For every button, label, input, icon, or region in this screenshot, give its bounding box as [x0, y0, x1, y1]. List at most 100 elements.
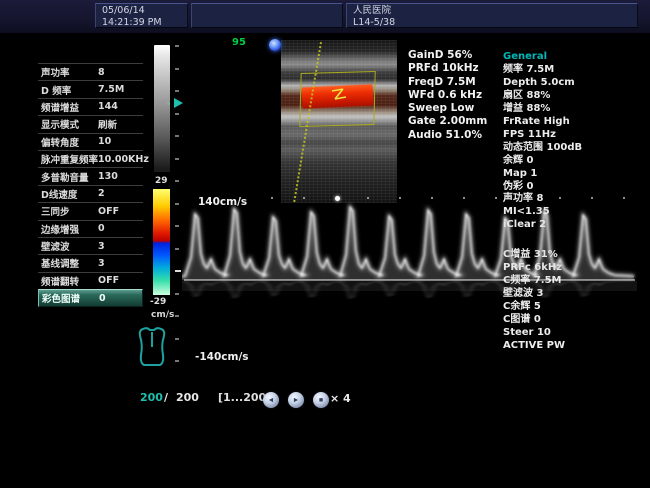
- param-row[interactable]: 多普勒音量 130: [38, 167, 143, 184]
- param-label: 频谱增益: [41, 100, 79, 114]
- param-label: 三同步: [41, 204, 70, 218]
- param-row[interactable]: 频谱翻转 OFF: [38, 272, 143, 289]
- param-label: D线速度: [41, 187, 77, 201]
- param-label: 多普勒音量: [41, 170, 89, 184]
- overlay-line: Audio 51.0%: [408, 129, 487, 142]
- param-row[interactable]: D 频率7.5M: [38, 80, 143, 97]
- info-line: 动态范围 100dB: [503, 142, 582, 155]
- ultrasound-screen: 05/06/14 14:21:39 PM 人民医院 L14-5/38 声功率8 …: [0, 0, 650, 488]
- scale-tick: [175, 225, 179, 227]
- param-value: 144: [98, 101, 118, 112]
- time-marker-dot: [431, 197, 433, 199]
- param-label: 频谱翻转: [41, 274, 79, 288]
- info-line: Depth 5.0cm: [503, 77, 582, 90]
- body-marker-icon[interactable]: [137, 325, 167, 369]
- colorbar-min-label: -29: [150, 297, 166, 307]
- time-marker-dot: [271, 197, 273, 199]
- tgc-value: 95: [232, 37, 246, 48]
- time-marker-dot: [527, 197, 529, 199]
- param-value: 10.00KHz: [98, 154, 149, 165]
- param-value: 2: [98, 188, 105, 199]
- param-value: 3: [98, 241, 105, 252]
- cine-speed: × 4: [330, 392, 351, 405]
- param-value: 3: [98, 258, 105, 269]
- param-row[interactable]: 脉冲重复频率10.00KHz: [38, 150, 143, 167]
- scale-tick: [175, 158, 179, 160]
- time-marker-dot: [463, 197, 465, 199]
- info-line: FPS 11Hz: [503, 129, 582, 142]
- total-frames: 200: [176, 391, 199, 404]
- param-label: 偏转角度: [41, 135, 79, 149]
- param-label: 彩色图谱: [42, 291, 80, 305]
- time-text: 14:21:39 PM: [102, 17, 181, 29]
- hospital-box: 人民医院 L14-5/38: [346, 3, 638, 28]
- date-text: 05/06/14: [102, 5, 181, 17]
- param-row[interactable]: 显示模式 刷新: [38, 115, 143, 132]
- param-row[interactable]: 声功率8: [38, 63, 143, 80]
- gain-marker-icon[interactable]: [174, 98, 183, 108]
- frame-separator: /: [164, 391, 168, 404]
- time-marker-dot: [303, 197, 305, 199]
- sample-gate-icon[interactable]: [331, 88, 347, 100]
- spectral-waveform[interactable]: [182, 195, 637, 370]
- time-marker-dot: [367, 197, 369, 199]
- scale-tick: [175, 293, 179, 295]
- top-bar: 05/06/14 14:21:39 PM 人民医院 L14-5/38: [0, 0, 650, 33]
- color-doppler-bar: [153, 189, 170, 295]
- param-row[interactable]: 壁滤波 3: [38, 237, 143, 254]
- overlay-line: WFd 0.6 kHz: [408, 89, 487, 102]
- param-label: 壁滤波: [41, 239, 70, 253]
- param-row[interactable]: 基线调整 3: [38, 254, 143, 271]
- b-mode-image[interactable]: [281, 40, 397, 203]
- doppler-parameter-overlay: GainD 56% PRFd 10kHz FreqD 7.5M WFd 0.6 …: [408, 49, 487, 142]
- param-label: 脉冲重复频率: [41, 152, 98, 166]
- scale-tick: [175, 68, 179, 70]
- param-label: 边缘增强: [41, 222, 79, 236]
- param-label: D 频率: [41, 83, 71, 97]
- datetime-box: 05/06/14 14:21:39 PM: [95, 3, 188, 28]
- param-value: OFF: [98, 206, 119, 217]
- param-label: 基线调整: [41, 256, 79, 270]
- param-row[interactable]: 三同步 OFF: [38, 202, 143, 219]
- scale-tick: [175, 180, 179, 182]
- overlay-line: PRFd 10kHz: [408, 62, 487, 75]
- param-row[interactable]: D线速度 2: [38, 185, 143, 202]
- scale-tick: [175, 360, 179, 362]
- info-line: 余辉 0: [503, 155, 582, 168]
- info-line: 增益 88%: [503, 103, 582, 116]
- probe-text: L14-5/38: [353, 17, 631, 29]
- info-line: 扇区 88%: [503, 90, 582, 103]
- hospital-text: 人民医院: [353, 5, 631, 17]
- param-value: 10: [98, 136, 111, 147]
- info-line: FrRate High: [503, 116, 582, 129]
- scale-tick: [175, 113, 179, 115]
- param-row[interactable]: 偏转角度 10: [38, 133, 143, 150]
- overlay-line: GainD 56%: [408, 49, 487, 62]
- gain-marker-dot: [167, 102, 170, 105]
- scale-tick: [175, 315, 179, 317]
- overlay-line: Gate 2.00mm: [408, 115, 487, 128]
- time-marker-dot: [623, 197, 625, 199]
- info-line: 伪彩 0: [503, 181, 582, 194]
- velocity-unit-label: cm/s: [151, 310, 174, 320]
- cine-stop-button[interactable]: ■: [313, 392, 329, 408]
- scale-tick: [175, 45, 179, 47]
- param-value: 刷新: [98, 117, 117, 131]
- param-value: 8: [98, 67, 105, 78]
- param-row[interactable]: 边缘增强 0: [38, 220, 143, 237]
- info-line: 频率 7.5M: [503, 64, 582, 77]
- grayscale-bar: [154, 45, 170, 172]
- patient-info-box: [191, 3, 343, 28]
- param-value: 0: [98, 223, 105, 234]
- param-label: 显示模式: [41, 117, 79, 131]
- sweep-marker-dot: [335, 196, 340, 201]
- param-value: OFF: [98, 275, 119, 286]
- cine-play-button[interactable]: ►: [288, 392, 304, 408]
- cine-prev-button[interactable]: ◄: [263, 392, 279, 408]
- status-led-icon: [269, 39, 281, 51]
- param-row[interactable]: 频谱增益 144: [38, 98, 143, 115]
- param-value: 130: [98, 171, 118, 182]
- param-row-selected[interactable]: 彩色图谱0: [38, 289, 143, 307]
- scale-tick: [175, 203, 179, 205]
- time-marker-dot: [495, 197, 497, 199]
